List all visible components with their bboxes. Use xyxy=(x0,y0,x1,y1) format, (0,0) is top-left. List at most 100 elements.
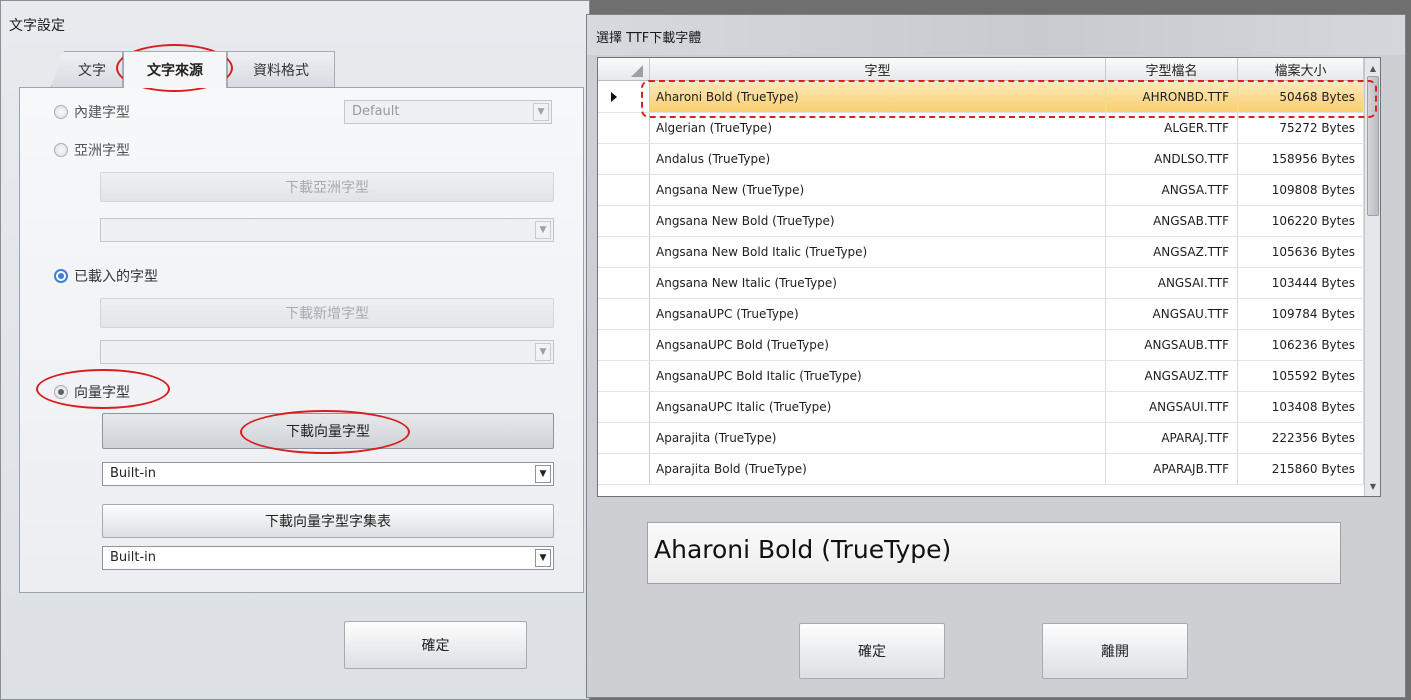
ok-button[interactable]: 確定 xyxy=(344,621,527,669)
font-name-cell[interactable]: Andalus (TrueType) xyxy=(650,144,1106,174)
font-name-cell[interactable]: Angsana New Bold Italic (TrueType) xyxy=(650,237,1106,267)
font-name-cell[interactable]: Aparajita (TrueType) xyxy=(650,423,1106,453)
vector-font-radio[interactable] xyxy=(54,385,68,399)
tab-data-format[interactable]: 資料格式 xyxy=(227,51,335,87)
font-name-cell[interactable]: Angsana New Italic (TrueType) xyxy=(650,268,1106,298)
table-row[interactable]: Angsana New Bold Italic (TrueType) ANGSAZ… xyxy=(598,237,1364,268)
scroll-up-icon[interactable]: ▲ xyxy=(1366,60,1380,76)
font-size-cell[interactable]: 103408 Bytes xyxy=(1238,392,1364,422)
font-size-cell[interactable]: 105592 Bytes xyxy=(1238,361,1364,391)
vector-charset-select[interactable]: Built-in ▼ xyxy=(102,546,554,570)
table-row[interactable]: Aharoni Bold (TrueType) AHRONBD.TTF 50468 … xyxy=(598,82,1364,113)
table-row[interactable]: Aparajita Bold (TrueType) APARAJB.TTF 2158… xyxy=(598,454,1364,485)
loaded-font-radio[interactable] xyxy=(54,269,68,283)
font-file-cell[interactable]: ANGSA.TTF xyxy=(1106,175,1238,205)
select-all-corner[interactable] xyxy=(598,58,650,81)
row-header[interactable] xyxy=(598,299,650,329)
column-header-filesize[interactable]: 檔案大小 xyxy=(1238,58,1364,81)
asian-font-option[interactable]: 亞洲字型 xyxy=(54,140,130,160)
table-row[interactable]: Angsana New Italic (TrueType) ANGSAI.TTF 1… xyxy=(598,268,1364,299)
font-size-cell[interactable]: 105636 Bytes xyxy=(1238,237,1364,267)
table-row[interactable]: AngsanaUPC Bold Italic (TrueType) ANGSAUZ… xyxy=(598,361,1364,392)
asian-font-select[interactable]: ▼ xyxy=(100,218,554,242)
row-header[interactable] xyxy=(598,113,650,143)
font-size-cell[interactable]: 75272 Bytes xyxy=(1238,113,1364,143)
font-name-cell[interactable]: Aparajita Bold (TrueType) xyxy=(650,454,1106,484)
table-row[interactable]: AngsanaUPC Italic (TrueType) ANGSAUI.TTF 1… xyxy=(598,392,1364,423)
vector-font-option[interactable]: 向量字型 xyxy=(54,382,130,402)
chevron-down-icon[interactable]: ▼ xyxy=(535,465,551,483)
font-file-cell[interactable]: ANGSAZ.TTF xyxy=(1106,237,1238,267)
chevron-down-icon[interactable]: ▼ xyxy=(533,103,549,121)
builtin-font-select[interactable]: Default ▼ xyxy=(344,100,552,124)
tab-text[interactable]: 文字 xyxy=(51,51,123,87)
row-header[interactable] xyxy=(598,423,650,453)
table-row[interactable]: Aparajita (TrueType) APARAJ.TTF 222356 Byt… xyxy=(598,423,1364,454)
table-row[interactable]: Angsana New (TrueType) ANGSA.TTF 109808 By… xyxy=(598,175,1364,206)
table-row[interactable]: AngsanaUPC Bold (TrueType) ANGSAUB.TTF 106… xyxy=(598,330,1364,361)
font-name-cell[interactable]: Angsana New (TrueType) xyxy=(650,175,1106,205)
font-size-cell[interactable]: 103444 Bytes xyxy=(1238,268,1364,298)
font-file-cell[interactable]: ALGER.TTF xyxy=(1106,113,1238,143)
row-header[interactable] xyxy=(598,268,650,298)
loaded-font-select[interactable]: ▼ xyxy=(100,340,554,364)
font-name-cell[interactable]: Aharoni Bold (TrueType) xyxy=(650,82,1106,112)
font-file-cell[interactable]: ANGSAUZ.TTF xyxy=(1106,361,1238,391)
tab-text-source[interactable]: 文字來源 xyxy=(123,51,227,88)
font-file-cell[interactable]: APARAJB.TTF xyxy=(1106,454,1238,484)
chevron-down-icon[interactable]: ▼ xyxy=(535,343,551,361)
font-name-cell[interactable]: AngsanaUPC Italic (TrueType) xyxy=(650,392,1106,422)
font-file-cell[interactable]: ANGSAUB.TTF xyxy=(1106,330,1238,360)
row-header[interactable] xyxy=(598,330,650,360)
font-file-cell[interactable]: ANGSAB.TTF xyxy=(1106,206,1238,236)
font-size-cell[interactable]: 109784 Bytes xyxy=(1238,299,1364,329)
download-vector-charset-button[interactable]: 下載向量字型字集表 xyxy=(102,504,554,538)
row-header[interactable] xyxy=(598,175,650,205)
scroll-down-icon[interactable]: ▼ xyxy=(1366,478,1380,494)
row-header[interactable] xyxy=(598,237,650,267)
row-header[interactable] xyxy=(598,82,650,112)
vector-font-select[interactable]: Built-in ▼ xyxy=(102,462,554,486)
font-file-cell[interactable]: ANGSAUI.TTF xyxy=(1106,392,1238,422)
table-row[interactable]: AngsanaUPC (TrueType) ANGSAU.TTF 109784 By… xyxy=(598,299,1364,330)
font-size-cell[interactable]: 222356 Bytes xyxy=(1238,423,1364,453)
builtin-font-option[interactable]: 內建字型 xyxy=(54,102,130,122)
font-file-cell[interactable]: AHRONBD.TTF xyxy=(1106,82,1238,112)
row-header[interactable] xyxy=(598,361,650,391)
chevron-down-icon[interactable]: ▼ xyxy=(535,549,551,567)
grid-scrollbar[interactable]: ▲ ▼ xyxy=(1364,58,1380,496)
font-file-cell[interactable]: APARAJ.TTF xyxy=(1106,423,1238,453)
exit-button[interactable]: 離開 xyxy=(1042,623,1188,679)
font-name-cell[interactable]: Angsana New Bold (TrueType) xyxy=(650,206,1106,236)
table-row[interactable]: Angsana New Bold (TrueType) ANGSAB.TTF 106… xyxy=(598,206,1364,237)
download-asian-font-button[interactable]: 下載亞洲字型 xyxy=(100,172,554,202)
font-name-cell[interactable]: AngsanaUPC Bold Italic (TrueType) xyxy=(650,361,1106,391)
font-size-cell[interactable]: 106236 Bytes xyxy=(1238,330,1364,360)
font-name-cell[interactable]: AngsanaUPC (TrueType) xyxy=(650,299,1106,329)
chevron-down-icon[interactable]: ▼ xyxy=(535,221,551,239)
font-file-cell[interactable]: ANDLSO.TTF xyxy=(1106,144,1238,174)
download-vector-font-button[interactable]: 下載向量字型 xyxy=(102,413,554,449)
font-size-cell[interactable]: 50468 Bytes xyxy=(1238,82,1364,112)
font-size-cell[interactable]: 158956 Bytes xyxy=(1238,144,1364,174)
builtin-font-radio[interactable] xyxy=(54,105,68,119)
row-header[interactable] xyxy=(598,454,650,484)
font-size-cell[interactable]: 106220 Bytes xyxy=(1238,206,1364,236)
font-name-cell[interactable]: Algerian (TrueType) xyxy=(650,113,1106,143)
download-new-font-button[interactable]: 下載新增字型 xyxy=(100,298,554,328)
font-size-cell[interactable]: 215860 Bytes xyxy=(1238,454,1364,484)
font-file-cell[interactable]: ANGSAI.TTF xyxy=(1106,268,1238,298)
loaded-font-option[interactable]: 已載入的字型 xyxy=(54,266,158,286)
font-size-cell[interactable]: 109808 Bytes xyxy=(1238,175,1364,205)
scroll-thumb[interactable] xyxy=(1367,76,1379,216)
font-file-cell[interactable]: ANGSAU.TTF xyxy=(1106,299,1238,329)
font-name-cell[interactable]: AngsanaUPC Bold (TrueType) xyxy=(650,330,1106,360)
row-header[interactable] xyxy=(598,392,650,422)
table-row[interactable]: Andalus (TrueType) ANDLSO.TTF 158956 Bytes xyxy=(598,144,1364,175)
row-header[interactable] xyxy=(598,144,650,174)
asian-font-radio[interactable] xyxy=(54,143,68,157)
row-header[interactable] xyxy=(598,206,650,236)
column-header-filename[interactable]: 字型檔名 xyxy=(1106,58,1238,81)
ok-button[interactable]: 確定 xyxy=(799,623,945,679)
column-header-font[interactable]: 字型 xyxy=(650,58,1106,81)
